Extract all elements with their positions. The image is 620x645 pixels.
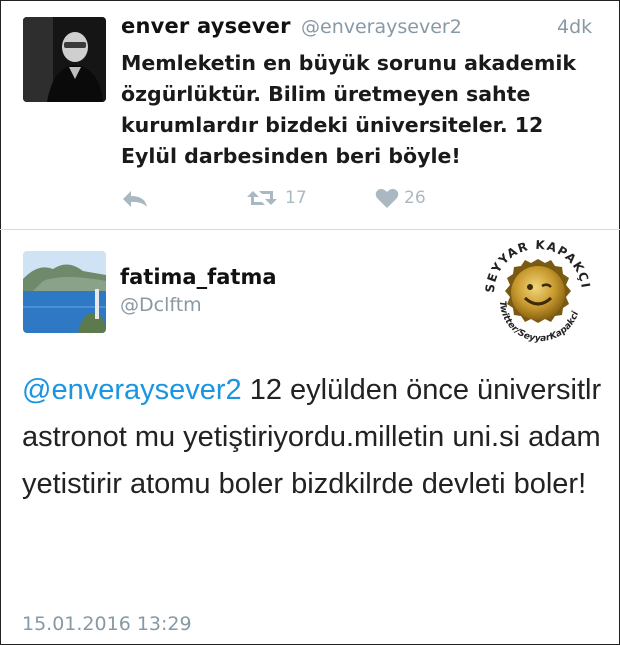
retweet-button[interactable]: 17 (246, 187, 307, 209)
tweet-card[interactable]: enver aysever @enveraysever2 4dk Memleke… (0, 0, 620, 230)
author-name[interactable]: enver aysever (121, 14, 291, 38)
author-handle[interactable]: @enveraysever2 (301, 16, 462, 38)
like-count: 26 (404, 188, 426, 208)
avatar[interactable] (23, 17, 106, 102)
tweet-actions: 17 26 (0, 184, 620, 214)
heart-icon (375, 187, 399, 209)
avatar[interactable] (23, 251, 106, 333)
reply-icon (121, 189, 149, 209)
retweet-icon (246, 187, 278, 209)
reply-button[interactable] (121, 189, 149, 209)
tweet-text: Memleketin en büyük sorunu akademik özgü… (121, 51, 576, 168)
retweet-count: 17 (285, 188, 307, 208)
like-button[interactable]: 26 (375, 187, 426, 209)
timestamp[interactable]: 4dk (557, 16, 592, 38)
author-handle[interactable]: @Dclftm (120, 294, 202, 316)
mention-link[interactable]: @enveraysever2 (22, 374, 242, 406)
tweet-text: @enveraysever2 12 eylülden önce üniversi… (22, 367, 607, 508)
author-name[interactable]: fatima_fatma (120, 265, 277, 289)
seyyar-kapakci-watermark: SEYYAR KAPAKÇI Twitter/SeyyarKapakci (478, 231, 598, 349)
timestamp[interactable]: 15.01.2016 13:29 (22, 613, 192, 635)
